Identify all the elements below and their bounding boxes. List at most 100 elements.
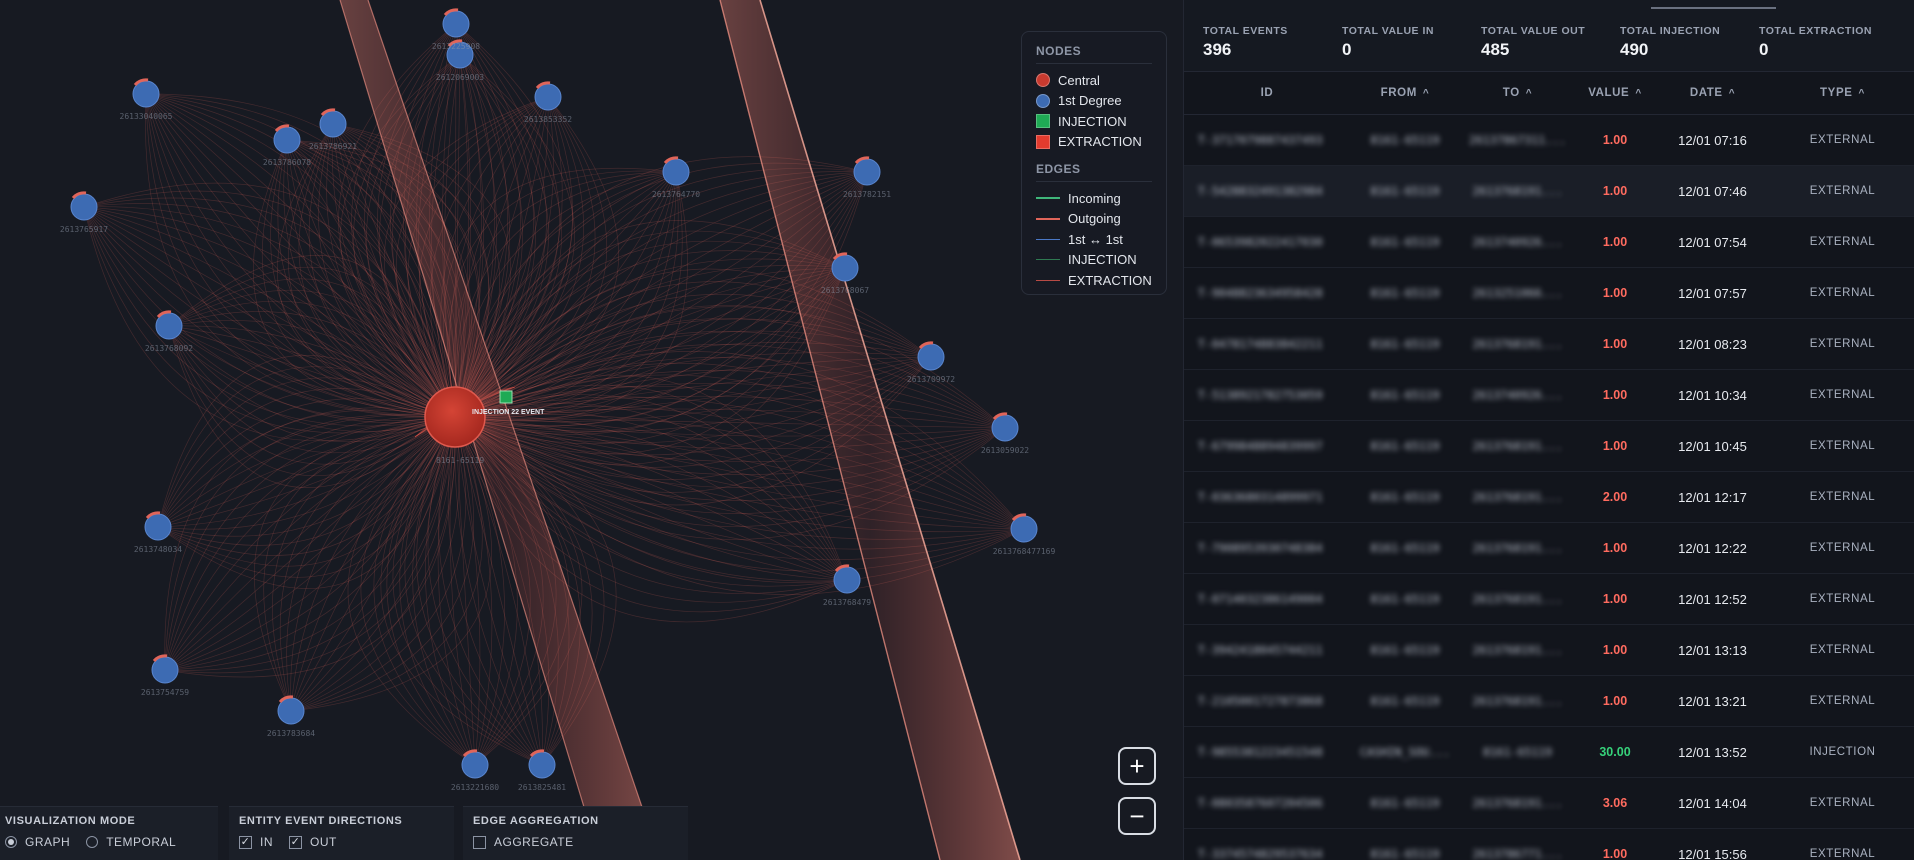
stat-label: TOTAL INJECTION	[1620, 25, 1721, 37]
injection-node[interactable]	[499, 390, 513, 404]
line-swatch-icon	[1036, 259, 1060, 261]
cell-value: 1.00	[1602, 184, 1628, 198]
table-row[interactable]: T-3374574829537634 8161-65119 2613786771..…	[1184, 829, 1914, 860]
table-row[interactable]: T-6799848894839997 8161-65119 2613768191..…	[1184, 421, 1914, 472]
zoom-in-button[interactable]: +	[1118, 747, 1156, 785]
circle-swatch-icon	[1036, 73, 1050, 88]
cell-id: T-3942418045744211	[1198, 643, 1323, 657]
graph-edge	[399, 416, 476, 766]
checkbox-empty-icon[interactable]	[473, 835, 486, 849]
checkmark-icon[interactable]: ✓	[289, 835, 302, 849]
cell-from: 8161-65119	[1370, 592, 1440, 606]
graph-edge	[168, 267, 456, 418]
cell-date: 12/01 10:34	[1678, 387, 1747, 403]
cell-from: 8161-65119	[1370, 694, 1440, 708]
visualization-mode-title: VISUALIZATION MODE	[5, 815, 136, 827]
network-graph[interactable]: 26133040065 2612069003 2613853352 261378692…	[0, 0, 1183, 860]
direction-out-label: OUT	[310, 835, 337, 849]
cell-id: T-5428832491382984	[1198, 184, 1323, 198]
table-row[interactable]: T-0714032386149004 8161-65119 2613768191..…	[1184, 574, 1914, 625]
line-swatch-icon	[1036, 197, 1060, 200]
table-row[interactable]: T-3942418045744211 8161-65119 2613768191..…	[1184, 625, 1914, 676]
table-row[interactable]: T-9855381223451548 CASHIN_SOU... 8161-6511…	[1184, 727, 1914, 778]
table-row[interactable]: T-0363680314899971 8161-65119 2613768191..…	[1184, 472, 1914, 523]
node-label: 2613709972	[907, 375, 955, 384]
column-header-date[interactable]: DATE ^	[1655, 87, 1770, 99]
table-row[interactable]: T-2105001727873868 8161-65119 2613768191..…	[1184, 676, 1914, 727]
sort-asc-icon[interactable]: ^	[1729, 88, 1735, 99]
checkmark-icon[interactable]: ✓	[239, 835, 252, 849]
direction-in-checkbox[interactable]: ✓ IN	[239, 835, 273, 849]
direction-out-checkbox[interactable]: ✓ OUT	[289, 835, 337, 849]
graph-edge	[168, 300, 456, 418]
table-row[interactable]: T-0803587607204506 8161-65119 2613768191..…	[1184, 778, 1914, 829]
stat-label: TOTAL VALUE OUT	[1481, 25, 1586, 37]
entity-event-directions-panel: ENTITY EVENT DIRECTIONS ✓ IN ✓ OUT	[229, 806, 454, 860]
column-header-value[interactable]: VALUE ^	[1575, 87, 1655, 99]
node-label: 2613853352	[524, 115, 572, 124]
cell-value: 1.00	[1602, 541, 1628, 555]
legend-edge-item: INJECTION	[1036, 250, 1152, 271]
cell-from: 8161-65119	[1370, 184, 1440, 198]
cell-from: 8161-65119	[1370, 439, 1440, 453]
table-row[interactable]: T-0653982022417030 8161-65119 2613740926..…	[1184, 217, 1914, 268]
table-row[interactable]: T-0478174883842211 8161-65119 2613768191..…	[1184, 319, 1914, 370]
sort-asc-icon[interactable]: ^	[1526, 88, 1532, 99]
radio-selected-icon[interactable]	[5, 836, 17, 848]
top-tab-indicator	[1651, 0, 1776, 9]
cell-id: T-0478174883842211	[1198, 337, 1323, 351]
node-label: 2613786921	[309, 142, 357, 151]
cell-type: EXTERNAL	[1809, 134, 1876, 146]
cell-to: 26137867311...	[1469, 133, 1566, 147]
sort-asc-icon[interactable]: ^	[1635, 88, 1641, 99]
cell-value: 1.00	[1602, 694, 1628, 708]
legend-edge-item: 1st ↔ 1st	[1036, 229, 1152, 250]
events-panel: TOTAL EVENTS 396 TOTAL VALUE IN 0 TOTAL VALU…	[1183, 0, 1914, 860]
legend-node-item: Central	[1036, 70, 1152, 91]
cell-date: 12/01 13:13	[1678, 642, 1747, 658]
column-header-type[interactable]: TYPE ^	[1770, 87, 1914, 99]
table-row[interactable]: T-3717079887437493 8161-65119 26137867311.…	[1184, 115, 1914, 166]
table-row[interactable]: T-5138921782753059 8161-65119 2613740926..…	[1184, 370, 1914, 421]
cell-id: T-3717079887437493	[1198, 133, 1323, 147]
column-header-id[interactable]: ID	[1184, 87, 1350, 99]
table-row[interactable]: T-5428832491382984 8161-65119 2613768191..…	[1184, 166, 1914, 217]
node-label: 2612069003	[436, 73, 484, 82]
visualization-mode-panel: VISUALIZATION MODE GRAPH TEMPORAL	[0, 806, 218, 860]
legend-edge-item: EXTRACTION	[1036, 270, 1152, 291]
aggregate-checkbox[interactable]: AGGREGATE	[473, 835, 574, 849]
events-table-body[interactable]: T-3717079887437493 8161-65119 26137867311.…	[1184, 115, 1914, 860]
cell-value: 1.00	[1602, 286, 1628, 300]
cell-type: EXTERNAL	[1809, 491, 1876, 503]
cell-id: T-0714032386149004	[1198, 592, 1323, 606]
edge-beam-outline	[719, 0, 941, 860]
stat-value: 396	[1203, 40, 1232, 59]
node-label: 2613225908	[432, 42, 480, 51]
cell-from: 8161-65119	[1370, 133, 1440, 147]
column-header-from[interactable]: FROM ^	[1350, 87, 1460, 99]
legend-node-label: INJECTION	[1058, 113, 1127, 129]
table-row[interactable]: T-7908953930748384 8161-65119 2613768191..…	[1184, 523, 1914, 574]
cell-id: T-0803587607204506	[1198, 796, 1323, 810]
graph-mode-radio[interactable]: GRAPH	[5, 835, 70, 849]
column-header-to[interactable]: TO ^	[1460, 87, 1575, 99]
cell-date: 12/01 07:16	[1678, 132, 1747, 148]
sort-asc-icon[interactable]: ^	[1423, 88, 1429, 99]
zoom-out-button[interactable]: −	[1118, 797, 1156, 835]
cell-to: 2613740926...	[1472, 235, 1563, 249]
temporal-mode-radio[interactable]: TEMPORAL	[86, 835, 176, 849]
node-label: 2613768067	[821, 286, 869, 295]
cell-id: T-5138921782753059	[1198, 388, 1323, 402]
graph-canvas[interactable]: 26133040065 2612069003 2613853352 261378692…	[0, 0, 1183, 860]
sort-asc-icon[interactable]: ^	[1858, 88, 1864, 99]
radio-unselected-icon[interactable]	[86, 836, 99, 848]
legend-edge-label: Outgoing	[1068, 211, 1121, 227]
central-node[interactable]	[424, 386, 486, 448]
legend-node-label: 1st Degree	[1058, 93, 1122, 109]
node-label: 2613768092	[145, 344, 193, 353]
node-label: 2613768477169	[993, 547, 1056, 556]
table-row[interactable]: T-9048823634958428 8161-65119 2613251066..…	[1184, 268, 1914, 319]
cell-to: 2613768191...	[1472, 490, 1563, 504]
cell-value: 1.00	[1602, 337, 1628, 351]
cell-to: 2613768191...	[1472, 439, 1563, 453]
